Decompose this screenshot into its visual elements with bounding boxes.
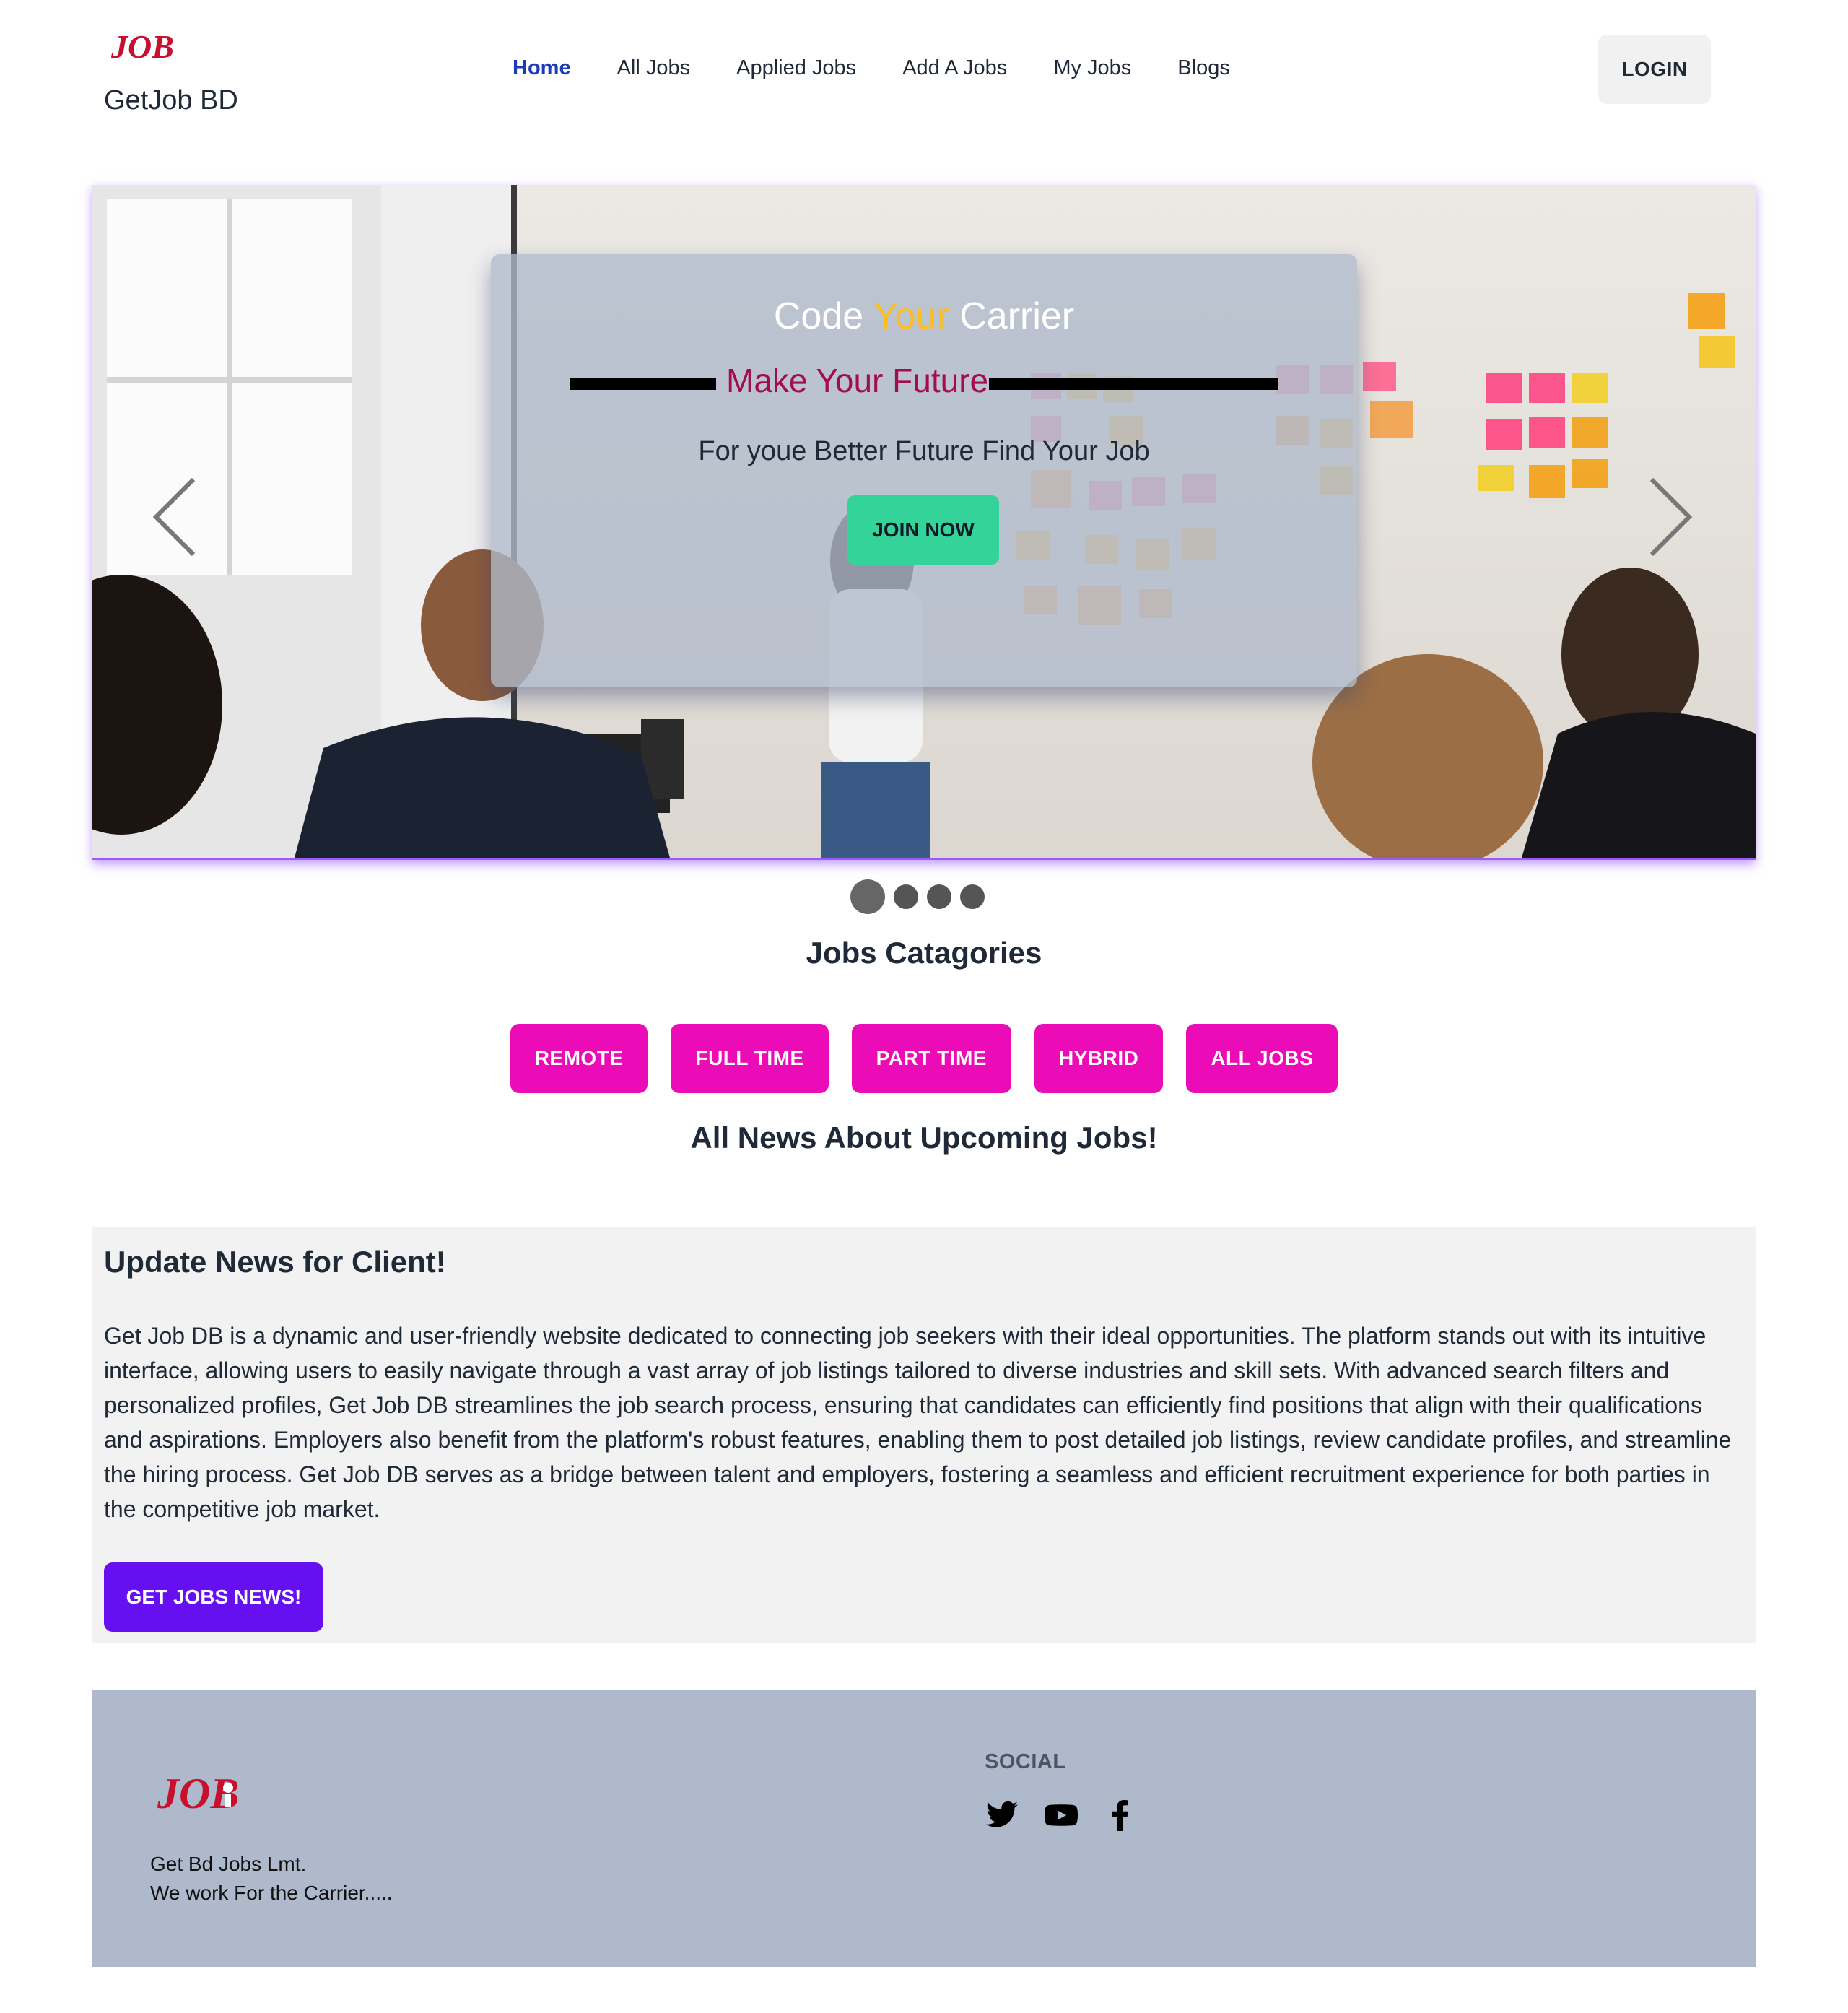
hero-carousel: Code Your Carrier Make Your Future For y… bbox=[92, 185, 1756, 860]
hero-divider-right bbox=[989, 378, 1278, 390]
news-title: Update News for Client! bbox=[104, 1245, 446, 1279]
youtube-icon[interactable] bbox=[1044, 1798, 1078, 1832]
categories-title: Jobs Catagories bbox=[806, 936, 1042, 970]
news-section: Update News for Client! Get Job DB is a … bbox=[92, 1227, 1756, 1643]
hero-card: Code Your Carrier Make Your Future For y… bbox=[491, 254, 1357, 687]
category-all-jobs-button[interactable]: ALL JOBS bbox=[1186, 1024, 1338, 1093]
login-button[interactable]: LOGIN bbox=[1598, 35, 1711, 104]
nav-home[interactable]: Home bbox=[513, 56, 571, 80]
main-nav: Home All Jobs Applied Jobs Add A Jobs My… bbox=[513, 56, 1230, 80]
footer: JOB Get Bd Jobs Lmt. We work For the Car… bbox=[92, 1690, 1756, 1967]
join-now-button[interactable]: JOIN NOW bbox=[847, 495, 999, 565]
category-part-time-button[interactable]: PART TIME bbox=[851, 1024, 1011, 1093]
footer-social-title: SOCIAL bbox=[985, 1750, 1066, 1773]
svg-text:JOB: JOB bbox=[110, 28, 174, 64]
nav-applied-jobs[interactable]: Applied Jobs bbox=[736, 56, 856, 80]
carousel-prev-arrow-icon[interactable] bbox=[150, 474, 201, 560]
category-hybrid-button[interactable]: HYBRID bbox=[1034, 1024, 1164, 1093]
carousel-indicators bbox=[850, 879, 985, 914]
footer-company-tagline: We work For the Carrier..... bbox=[150, 1882, 393, 1904]
hero-title: Code Your Carrier bbox=[773, 295, 1075, 337]
get-jobs-news-button[interactable]: GET JOBS NEWS! bbox=[104, 1562, 323, 1632]
footer-company-info: Get Bd Jobs Lmt. We work For the Carrier… bbox=[150, 1850, 393, 1908]
category-full-time-button[interactable]: FULL TIME bbox=[671, 1024, 829, 1093]
twitter-icon[interactable] bbox=[985, 1798, 1019, 1832]
carousel-dot-4[interactable] bbox=[960, 884, 985, 909]
nav-blogs[interactable]: Blogs bbox=[1177, 56, 1230, 80]
carousel-next-arrow-icon[interactable] bbox=[1644, 474, 1695, 560]
nav-all-jobs[interactable]: All Jobs bbox=[617, 56, 691, 80]
footer-social-icons bbox=[985, 1798, 1138, 1832]
hero-description: For youe Better Future Find Your Job bbox=[698, 436, 1150, 466]
footer-company-name: Get Bd Jobs Lmt. bbox=[150, 1853, 307, 1875]
category-remote-button[interactable]: REMOTE bbox=[510, 1024, 648, 1093]
carousel-dot-3[interactable] bbox=[927, 884, 951, 909]
nav-my-jobs[interactable]: My Jobs bbox=[1053, 56, 1131, 80]
news-body: Get Job DB is a dynamic and user-friendl… bbox=[104, 1323, 1732, 1522]
hero-divider-left bbox=[570, 378, 716, 390]
nav-add-a-jobs[interactable]: Add A Jobs bbox=[902, 56, 1007, 80]
footer-logo: JOB bbox=[157, 1770, 239, 1815]
hero-subtitle: Make Your Future bbox=[726, 362, 989, 399]
hero-subtitle-row: Make Your Future bbox=[570, 361, 1278, 404]
brand-logo[interactable]: JOB bbox=[108, 27, 238, 64]
facebook-icon[interactable] bbox=[1103, 1798, 1138, 1832]
carousel-dot-2[interactable] bbox=[894, 884, 918, 909]
upcoming-jobs-heading: All News About Upcoming Jobs! bbox=[690, 1121, 1158, 1155]
carousel-dot-1[interactable] bbox=[850, 879, 885, 914]
category-buttons: REMOTE FULL TIME PART TIME HYBRID ALL JO… bbox=[0, 1024, 1848, 1093]
brand-name: GetJob BD bbox=[104, 85, 238, 116]
